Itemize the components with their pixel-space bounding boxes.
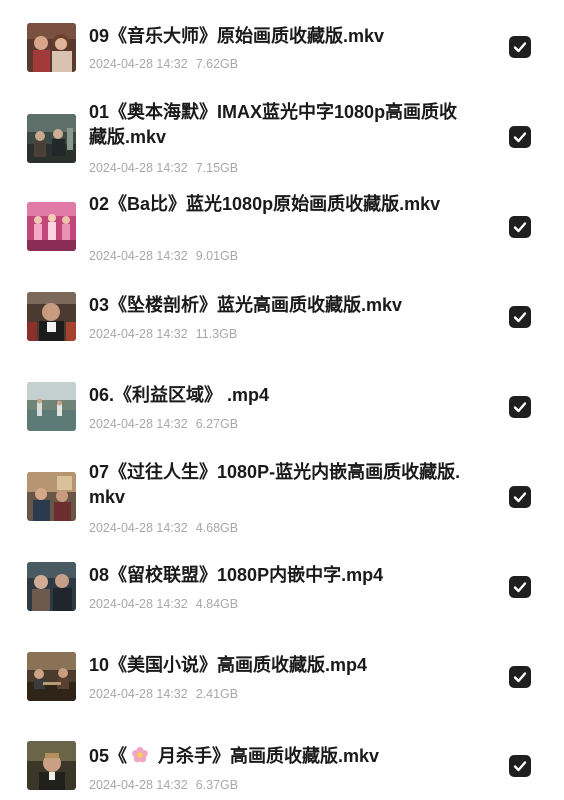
- file-size: 4.84GB: [195, 597, 239, 611]
- file-list: 09《音乐大师》原始画质收藏版.mkv 2024-04-28 14:32 7.62…: [0, 0, 564, 800]
- select-checkbox[interactable]: [509, 126, 531, 148]
- file-size: 11.3GB: [195, 327, 238, 341]
- list-item[interactable]: 01《奥本海默》IMAX蓝光中字1080p高画质收藏版.mkv 2024-04-…: [0, 90, 564, 180]
- check-icon: [513, 132, 527, 143]
- file-date: 2024-04-28 14:32: [89, 417, 188, 431]
- select-checkbox[interactable]: [509, 576, 531, 598]
- check-icon: [513, 672, 527, 683]
- file-name-prefix: 05《: [89, 746, 128, 766]
- check-icon: [513, 312, 527, 323]
- file-date: 2024-04-28 14:32: [89, 57, 188, 71]
- file-meta: 2024-04-28 14:32 7.15GB: [89, 160, 238, 176]
- check-icon: [513, 222, 527, 233]
- video-thumbnail: [27, 741, 76, 790]
- check-icon: [513, 582, 527, 593]
- file-meta: 2024-04-28 14:32 6.27GB: [89, 416, 238, 432]
- select-checkbox[interactable]: [509, 306, 531, 328]
- video-thumbnail: [27, 382, 76, 431]
- select-checkbox[interactable]: [509, 216, 531, 238]
- list-item[interactable]: 10《美国小说》高画质收藏版.mp4 2024-04-28 14:32 2.41G…: [0, 630, 564, 720]
- list-item[interactable]: 02《Ba比》蓝光1080p原始画质收藏版.mkv 2024-04-28 14:…: [0, 180, 564, 270]
- file-size: 7.62GB: [195, 57, 239, 71]
- video-thumbnail: [27, 472, 76, 521]
- file-date: 2024-04-28 14:32: [89, 778, 188, 792]
- file-date: 2024-04-28 14:32: [89, 327, 188, 341]
- list-item[interactable]: 05《 月杀手》高画质收藏版.mkv 2024-04-28 14:32 6.37G…: [0, 720, 564, 800]
- file-size: 6.27GB: [195, 417, 239, 431]
- video-thumbnail: [27, 114, 76, 163]
- file-name: 08《留校联盟》1080P内嵌中字.mp4: [89, 565, 384, 585]
- select-checkbox[interactable]: [509, 755, 531, 777]
- file-size: 2.41GB: [195, 687, 239, 701]
- check-icon: [513, 761, 527, 772]
- select-checkbox[interactable]: [509, 36, 531, 58]
- video-thumbnail: [27, 23, 76, 72]
- video-thumbnail: [27, 652, 76, 701]
- file-name: 01《奥本海默》IMAX蓝光中字1080p高画质收藏版.mkv: [89, 102, 458, 147]
- list-item[interactable]: 03《坠楼剖析》蓝光高画质收藏版.mkv 2024-04-28 14:32 11.…: [0, 270, 564, 360]
- check-icon: [513, 42, 527, 53]
- file-name: 07《过往人生》1080P-蓝光内嵌高画质收藏版.mkv: [89, 462, 461, 507]
- file-meta: 2024-04-28 14:32 4.84GB: [89, 596, 238, 612]
- file-name: 10《美国小说》高画质收藏版.mp4: [89, 655, 368, 675]
- file-meta: 2024-04-28 14:32 7.62GB: [89, 56, 238, 72]
- file-date: 2024-04-28 14:32: [89, 249, 188, 263]
- file-size: 4.68GB: [195, 521, 239, 535]
- file-date: 2024-04-28 14:32: [89, 597, 188, 611]
- video-thumbnail: [27, 292, 76, 341]
- file-name: 09《音乐大师》原始画质收藏版.mkv: [89, 26, 385, 46]
- file-date: 2024-04-28 14:32: [89, 521, 188, 535]
- select-checkbox[interactable]: [509, 396, 531, 418]
- file-meta: 2024-04-28 14:32 2.41GB: [89, 686, 238, 702]
- file-name: 06.《利益区域》 .mp4: [89, 385, 270, 405]
- file-date: 2024-04-28 14:32: [89, 687, 188, 701]
- file-size: 6.37GB: [195, 778, 239, 792]
- file-name: 05《 月杀手》高画质收藏版.mkv: [89, 744, 464, 769]
- video-thumbnail: [27, 202, 76, 251]
- file-size: 7.15GB: [195, 161, 239, 175]
- check-icon: [513, 402, 527, 413]
- file-date: 2024-04-28 14:32: [89, 161, 188, 175]
- flower-emoji-icon: [132, 746, 148, 763]
- list-item[interactable]: 06.《利益区域》 .mp4 2024-04-28 14:32 6.27GB: [0, 360, 564, 450]
- file-meta: 2024-04-28 14:32 6.37GB: [89, 777, 238, 793]
- list-item[interactable]: 09《音乐大师》原始画质收藏版.mkv 2024-04-28 14:32 7.62…: [0, 0, 564, 90]
- file-meta: 2024-04-28 14:32 4.68GB: [89, 520, 238, 536]
- check-icon: [513, 492, 527, 503]
- video-thumbnail: [27, 562, 76, 611]
- file-meta: 2024-04-28 14:32 9.01GB: [89, 248, 238, 264]
- file-name: 02《Ba比》蓝光1080p原始画质收藏版.mkv: [89, 194, 441, 214]
- select-checkbox[interactable]: [509, 666, 531, 688]
- list-item[interactable]: 08《留校联盟》1080P内嵌中字.mp4 2024-04-28 14:32 4.…: [0, 540, 564, 630]
- select-checkbox[interactable]: [509, 486, 531, 508]
- file-meta: 2024-04-28 14:32 11.3GB: [89, 326, 237, 342]
- file-size: 9.01GB: [195, 249, 239, 263]
- file-name-suffix: 月杀手》高画质收藏版.mkv: [153, 746, 380, 766]
- list-item[interactable]: 07《过往人生》1080P-蓝光内嵌高画质收藏版.mkv 2024-04-28 …: [0, 450, 564, 540]
- file-name: 03《坠楼剖析》蓝光高画质收藏版.mkv: [89, 295, 403, 315]
